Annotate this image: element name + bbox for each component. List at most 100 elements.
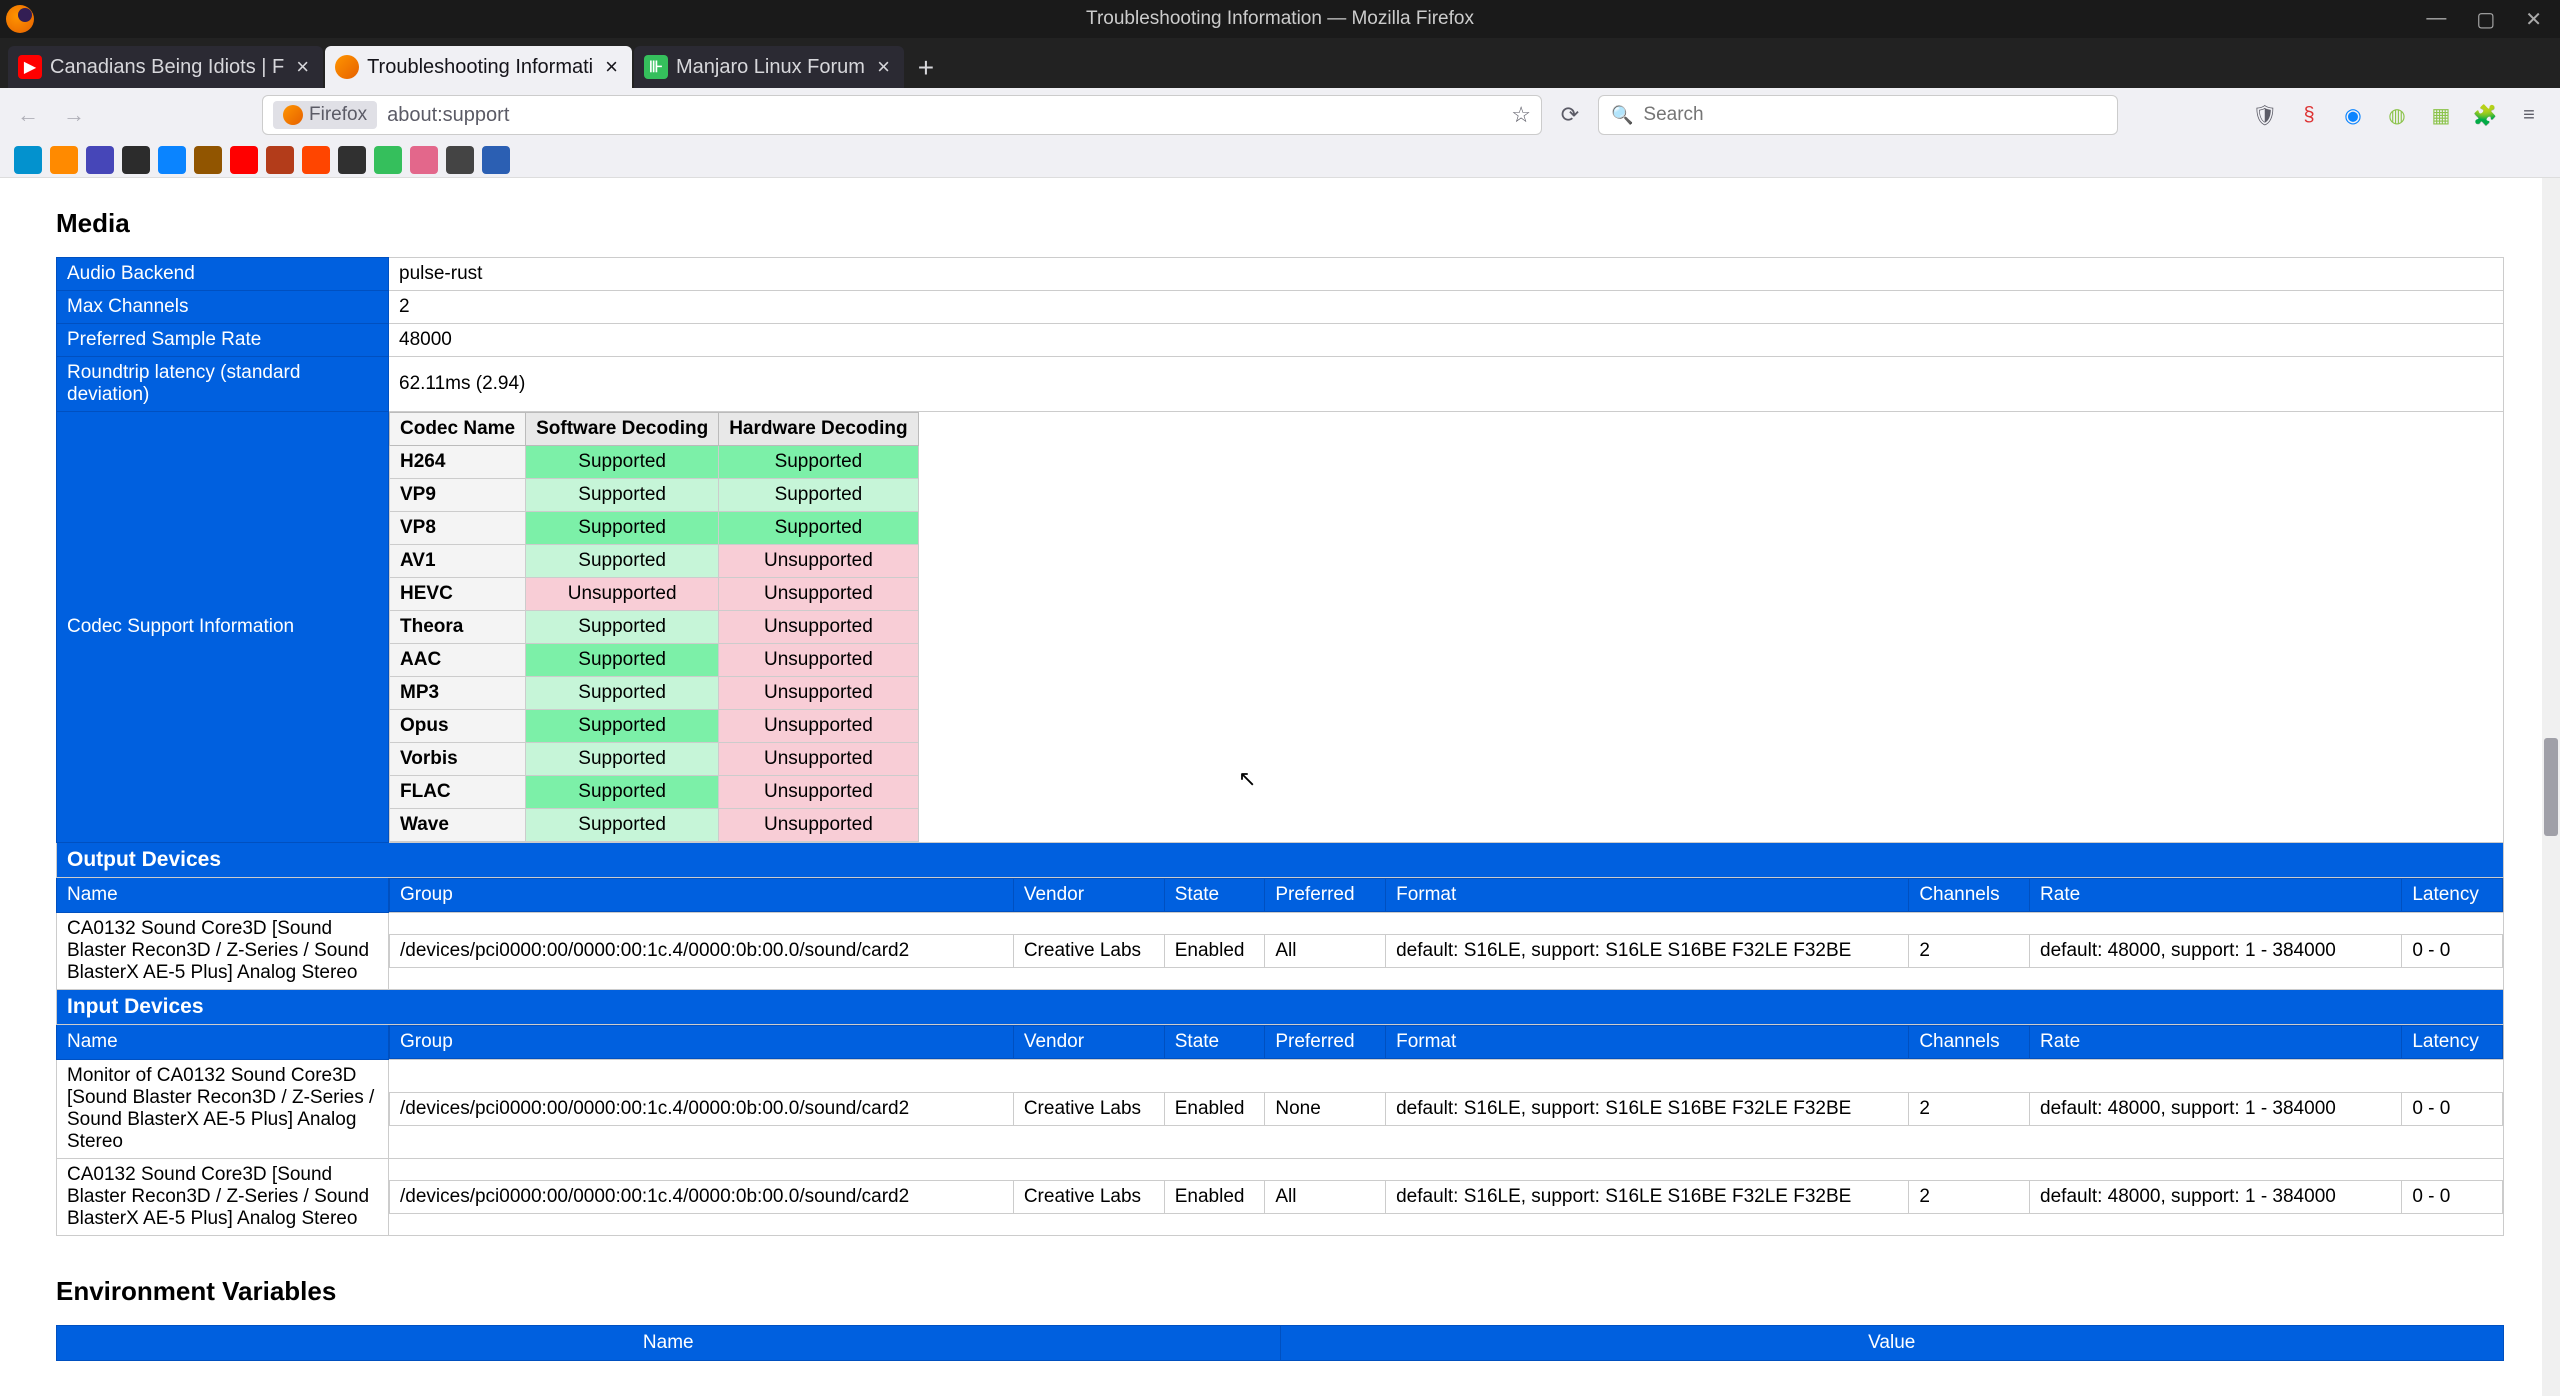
dev-vendor: Creative Labs (1013, 1181, 1164, 1214)
dev-rate: default: 48000, support: 1 - 384000 (2030, 1093, 2402, 1126)
codec-hw: Unsupported (719, 677, 918, 710)
scrollbar-thumb[interactable] (2544, 738, 2558, 835)
tab-youtube[interactable]: ▶ Canadians Being Idiots | F × (8, 46, 323, 88)
codec-sw: Unsupported (526, 578, 719, 611)
col-name: Name (57, 1025, 389, 1060)
env-col-name: Name (57, 1326, 1281, 1361)
dev-channels: 2 (1909, 1181, 2030, 1214)
bookmark-item[interactable] (374, 146, 402, 174)
app-menu-button[interactable]: ≡ (2514, 100, 2544, 130)
tab-strip: ▶ Canadians Being Idiots | F × Troublesh… (0, 38, 2560, 88)
close-tab-icon[interactable]: × (873, 54, 894, 80)
row-label: Audio Backend (57, 258, 389, 291)
col-format: Format (1386, 1026, 1909, 1059)
search-icon: 🔍 (1611, 105, 1633, 126)
env-table: Name Value (56, 1325, 2504, 1361)
reload-button[interactable]: ⟳ (1552, 97, 1588, 133)
close-tab-icon[interactable]: × (292, 54, 313, 80)
bookmark-item[interactable] (266, 146, 294, 174)
codec-sw: Supported (526, 710, 719, 743)
codec-sw: Supported (526, 479, 719, 512)
codec-row: FLAC Supported Unsupported (390, 776, 919, 809)
search-input[interactable] (1643, 104, 2105, 126)
dev-name: CA0132 Sound Core3D [Sound Blaster Recon… (57, 1159, 389, 1236)
forward-button[interactable]: → (56, 97, 92, 133)
codec-name: AAC (390, 644, 526, 677)
tab-manjaro[interactable]: ⊪ Manjaro Linux Forum × (634, 46, 904, 88)
dev-preferred: All (1265, 1181, 1386, 1214)
minimize-button[interactable]: — (2426, 7, 2446, 32)
window-title: Troubleshooting Information — Mozilla Fi… (1086, 8, 1474, 30)
codec-name: AV1 (390, 545, 526, 578)
codec-sw: Supported (526, 677, 719, 710)
row-label: Max Channels (57, 291, 389, 324)
close-tab-icon[interactable]: × (601, 54, 622, 80)
extension-icon-1[interactable]: § (2294, 100, 2324, 130)
col-group: Group (390, 879, 1014, 912)
codec-row: Opus Supported Unsupported (390, 710, 919, 743)
codec-row: Vorbis Supported Unsupported (390, 743, 919, 776)
codec-name: VP8 (390, 512, 526, 545)
bookmark-item[interactable] (482, 146, 510, 174)
bookmark-item[interactable] (338, 146, 366, 174)
close-window-button[interactable]: ✕ (2525, 7, 2542, 32)
identity-box[interactable]: Firefox (273, 101, 377, 129)
codec-sw: Supported (526, 809, 719, 842)
bookmark-item[interactable] (86, 146, 114, 174)
codec-sw: Supported (526, 743, 719, 776)
row-value: 2 (389, 291, 2504, 324)
firefox-app-icon (6, 5, 34, 33)
tab-label: Canadians Being Idiots | F (50, 56, 284, 79)
new-tab-button[interactable]: + (906, 48, 946, 88)
row-label: Codec Support Information (57, 412, 389, 843)
codec-row: H264 Supported Supported (390, 446, 919, 479)
codec-hw: Supported (719, 479, 918, 512)
codec-row: AAC Supported Unsupported (390, 644, 919, 677)
titlebar: Troubleshooting Information — Mozilla Fi… (0, 0, 2560, 38)
dev-rate: default: 48000, support: 1 - 384000 (2030, 935, 2402, 968)
url-bar[interactable]: Firefox about:support ☆ (262, 95, 1542, 135)
bookmark-item[interactable] (410, 146, 438, 174)
extensions-button[interactable]: 🧩 (2470, 100, 2500, 130)
dev-vendor: Creative Labs (1013, 1093, 1164, 1126)
extension-icon-2[interactable]: ◉ (2338, 100, 2368, 130)
content-area[interactable]: Media Audio Backendpulse-rust Max Channe… (0, 178, 2560, 1396)
media-table: Audio Backendpulse-rust Max Channels2 Pr… (56, 257, 2504, 1236)
dev-format: default: S16LE, support: S16LE S16BE F32… (1386, 1093, 1909, 1126)
extension-icon-4[interactable]: ▦ (2426, 100, 2456, 130)
nav-toolbar: ← → Firefox about:support ☆ ⟳ 🔍 🛡 § ◉ ◍ … (0, 88, 2560, 142)
media-heading: Media (56, 208, 2504, 239)
maximize-button[interactable]: ▢ (2476, 7, 2495, 32)
tab-about-support[interactable]: Troubleshooting Informati × (325, 46, 632, 88)
bookmark-item[interactable] (302, 146, 330, 174)
bookmark-star-icon[interactable]: ☆ (1511, 102, 1531, 128)
codec-row: VP8 Supported Supported (390, 512, 919, 545)
shield-icon[interactable]: 🛡 (2250, 100, 2280, 130)
bookmark-item[interactable] (50, 146, 78, 174)
dev-vendor: Creative Labs (1013, 935, 1164, 968)
vertical-scrollbar[interactable] (2542, 178, 2560, 1396)
bookmark-item[interactable] (122, 146, 150, 174)
col-name: Name (57, 878, 389, 913)
dev-channels: 2 (1909, 1093, 2030, 1126)
codec-sw: Supported (526, 512, 719, 545)
col-format: Format (1386, 879, 1909, 912)
dev-group: /devices/pci0000:00/0000:00:1c.4/0000:0b… (390, 935, 1014, 968)
bookmark-item[interactable] (158, 146, 186, 174)
dev-latency: 0 - 0 (2402, 1093, 2503, 1126)
dev-channels: 2 (1909, 935, 2030, 968)
back-button[interactable]: ← (10, 97, 46, 133)
row-value: pulse-rust (389, 258, 2504, 291)
codec-row: HEVC Unsupported Unsupported (390, 578, 919, 611)
codec-name: FLAC (390, 776, 526, 809)
search-bar[interactable]: 🔍 (1598, 95, 2118, 135)
col-vendor: Vendor (1013, 1026, 1164, 1059)
codec-row: MP3 Supported Unsupported (390, 677, 919, 710)
bookmark-item[interactable] (230, 146, 258, 174)
extension-icon-3[interactable]: ◍ (2382, 100, 2412, 130)
bookmark-item[interactable] (14, 146, 42, 174)
bookmark-item[interactable] (194, 146, 222, 174)
codec-name: H264 (390, 446, 526, 479)
dev-format: default: S16LE, support: S16LE S16BE F32… (1386, 1181, 1909, 1214)
bookmark-item[interactable] (446, 146, 474, 174)
